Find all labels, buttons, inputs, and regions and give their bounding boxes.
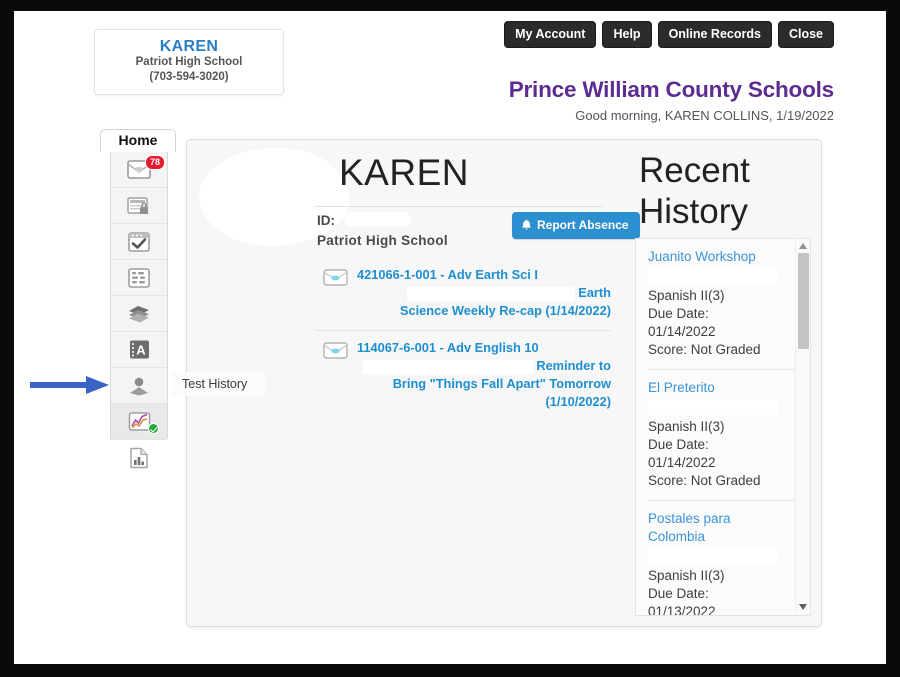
notice-list: 421066-1-001 - Adv Earth Sci I Earth Sci…: [315, 258, 611, 421]
sidebar-item-test-history[interactable]: [111, 404, 167, 440]
help-button[interactable]: Help: [602, 21, 652, 48]
student-card-school: Patriot High School: [135, 56, 243, 68]
scroll-down-arrow-icon[interactable]: [799, 604, 807, 610]
attendance-check-icon: [128, 231, 150, 252]
my-account-button[interactable]: My Account: [504, 21, 597, 48]
history-item-redaction: [648, 268, 778, 284]
gradebook-lock-icon: [127, 196, 151, 216]
annotation-arrow-icon: [30, 373, 110, 397]
sidebar-item-inbox[interactable]: 78: [111, 152, 167, 188]
student-person-icon: [127, 376, 151, 396]
notice-link[interactable]: 421066-1-001 - Adv Earth Sci I Earth Sci…: [357, 266, 611, 320]
close-button[interactable]: Close: [777, 21, 834, 48]
history-item-due-date: 01/14/2022: [648, 455, 716, 470]
recent-history-items: Juanito Workshop Spanish II(3) Due Date:…: [636, 239, 797, 616]
student-school-label: Patriot High School: [317, 233, 448, 248]
report-document-icon: [129, 447, 149, 469]
books-stack-icon: [127, 304, 152, 324]
scroll-up-arrow-icon[interactable]: [799, 243, 807, 249]
history-item-course: Spanish II(3): [648, 568, 725, 583]
history-item-redaction: [648, 399, 778, 415]
student-school-card: KAREN Patriot High School (703-594-3020): [94, 29, 284, 95]
frame-border-bottom: [0, 664, 900, 677]
home-content-panel: KAREN ID: Patriot High School Report Abs…: [186, 139, 822, 627]
recent-history-title: Recent History: [639, 151, 750, 231]
sidebar-item-student-info[interactable]: [111, 368, 167, 404]
frame-border-left: [0, 0, 14, 677]
page-title: KAREN: [339, 152, 469, 193]
notice-course: 114067-6-001 - Adv English 10: [357, 340, 539, 355]
history-item-score: Score: Not Graded: [648, 342, 761, 357]
list-item: Postales para Colombia Spanish II(3) Due…: [648, 501, 797, 616]
online-records-button[interactable]: Online Records: [657, 21, 772, 48]
svg-text:A: A: [136, 343, 146, 358]
recent-history-list: Juanito Workshop Spanish II(3) Due Date:…: [635, 238, 811, 616]
report-absence-button[interactable]: Report Absence: [512, 212, 640, 239]
portal-page: KAREN Patriot High School (703-594-3020)…: [14, 11, 886, 664]
notice-link[interactable]: 114067-6-001 - Adv English 10 Reminder t…: [357, 339, 611, 411]
history-item-due-label: Due Date:: [648, 586, 709, 601]
student-card-name: KAREN: [159, 38, 219, 55]
list-item: Juanito Workshop Spanish II(3) Due Date:…: [648, 239, 797, 370]
test-history-tooltip: Test History: [172, 372, 266, 396]
student-card-phone: (703-594-3020): [149, 71, 229, 83]
envelope-icon: [323, 342, 348, 359]
frame-border-top: [0, 0, 900, 11]
history-item-title[interactable]: El Preterito: [648, 379, 789, 397]
notice-teacher-redaction: [362, 359, 533, 374]
history-item-title[interactable]: Postales para Colombia: [648, 510, 789, 546]
notice-course: 421066-1-001 - Adv Earth Sci I: [357, 267, 538, 282]
recent-history-scrollbar[interactable]: [795, 239, 810, 615]
sidebar-item-reports[interactable]: [111, 440, 167, 476]
history-item-course: Spanish II(3): [648, 419, 725, 434]
report-absence-label: Report Absence: [537, 218, 629, 232]
greeting-text: Good morning, KAREN COLLINS, 1/19/2022: [575, 108, 834, 123]
history-item-redaction: [648, 548, 778, 564]
history-item-title[interactable]: Juanito Workshop: [648, 248, 789, 266]
notice-teacher-redaction: [406, 286, 575, 301]
history-item-score: Score: Not Graded: [648, 473, 761, 488]
tab-home[interactable]: Home: [100, 129, 176, 152]
history-item-course: Spanish II(3): [648, 288, 725, 303]
history-item-due-date: 01/14/2022: [648, 324, 716, 339]
frame-border-right: [886, 0, 900, 677]
district-title: Prince William County Schools: [508, 77, 835, 102]
history-item-due-label: Due Date:: [648, 306, 709, 321]
sidebar-item-gradebook-locked[interactable]: [111, 188, 167, 224]
notice-item: 421066-1-001 - Adv Earth Sci I Earth Sci…: [315, 258, 611, 331]
list-item: El Preterito Spanish II(3) Due Date: 01/…: [648, 370, 797, 501]
grades-a-icon: A: [128, 339, 150, 360]
header-button-group: My Account Help Online Records Close: [504, 21, 834, 48]
notice-item: 114067-6-001 - Adv English 10 Reminder t…: [315, 331, 611, 421]
divider: [315, 206, 603, 207]
bell-icon: [521, 219, 532, 231]
history-item-due-label: Due Date:: [648, 437, 709, 452]
sidebar-item-schedule[interactable]: [111, 260, 167, 296]
inbox-unread-badge: 78: [144, 155, 165, 170]
test-history-status-check-icon: [148, 423, 159, 434]
history-item-due-date: 01/13/2022: [648, 604, 716, 616]
sidebar-item-grades[interactable]: A: [111, 332, 167, 368]
screenshot-root: KAREN Patriot High School (703-594-3020)…: [0, 0, 900, 677]
student-id-label: ID:: [317, 213, 335, 228]
icon-navigation-rail: 78 A: [110, 151, 168, 469]
student-id-redaction: [345, 212, 411, 227]
schedule-grid-icon: [128, 267, 150, 288]
student-photo-redaction: [199, 148, 349, 246]
scrollbar-thumb[interactable]: [798, 253, 809, 349]
envelope-icon: [323, 269, 348, 286]
sidebar-item-attendance[interactable]: [111, 224, 167, 260]
sidebar-item-courses[interactable]: [111, 296, 167, 332]
